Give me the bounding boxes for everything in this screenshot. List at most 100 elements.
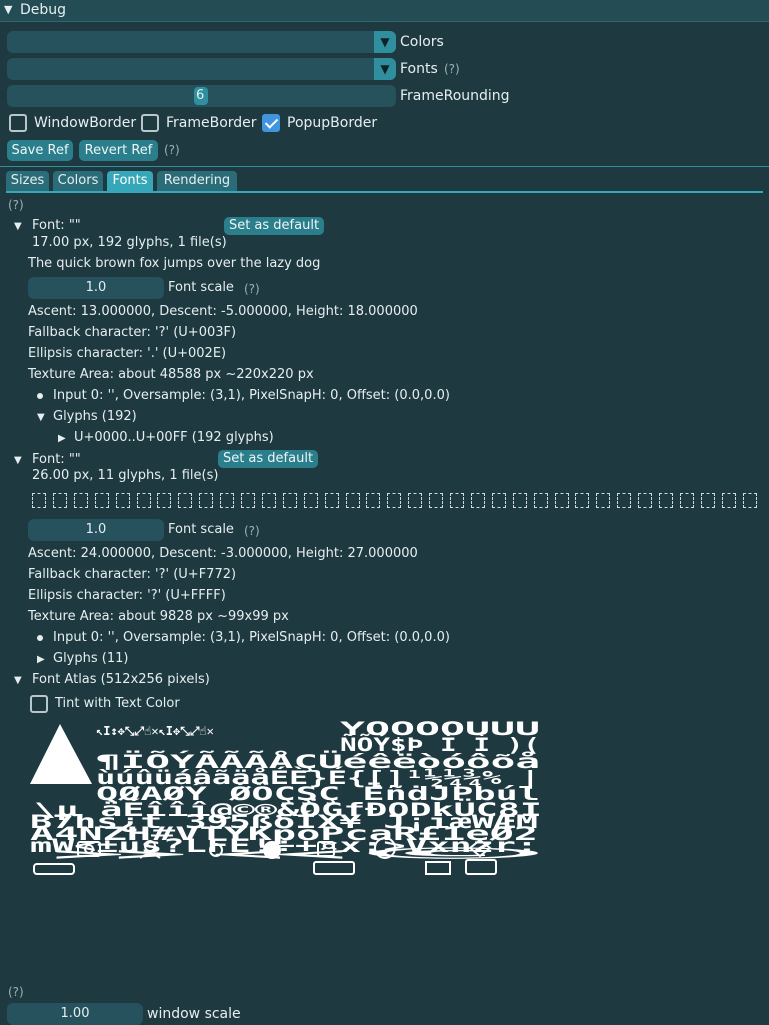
font2-texture: Texture Area: about 9828 px ~99x99 px bbox=[28, 609, 289, 624]
font1-header[interactable]: Font: "" bbox=[32, 217, 81, 235]
font2-metrics: Ascent: 24.000000, Descent: -3.000000, H… bbox=[28, 546, 418, 561]
tab-colors[interactable]: Colors bbox=[53, 171, 103, 191]
frame-rounding-value: 6 bbox=[196, 88, 205, 103]
missing-glyph-icon bbox=[32, 493, 46, 508]
font2-set-default-button[interactable]: Set as default bbox=[218, 450, 318, 468]
font2-fallback: Fallback character: '?' (U+F772) bbox=[28, 567, 237, 582]
missing-glyph-icon bbox=[470, 493, 485, 508]
missing-glyph-icon bbox=[282, 493, 297, 508]
revert-ref-button[interactable]: Revert Ref bbox=[79, 140, 158, 161]
font1-scale-label: Font scale bbox=[168, 280, 234, 295]
missing-glyph-icon bbox=[324, 493, 339, 508]
window-border-label[interactable]: WindowBorder bbox=[34, 114, 136, 132]
window-scale-value: 1.00 bbox=[60, 1006, 90, 1021]
missing-glyph-icon bbox=[429, 493, 444, 508]
font1-metrics: Ascent: 13.000000, Descent: -5.000000, H… bbox=[28, 304, 418, 319]
font2-collapse-icon[interactable]: ▼ bbox=[14, 452, 22, 470]
bullet-icon bbox=[37, 393, 43, 399]
tint-checkbox[interactable] bbox=[30, 695, 48, 713]
missing-glyph-icon bbox=[512, 493, 527, 508]
atlas-collapse-icon[interactable]: ▼ bbox=[14, 672, 22, 690]
atlas-header[interactable]: Font Atlas (512x256 pixels) bbox=[32, 671, 210, 689]
separator bbox=[0, 166, 769, 167]
frame-border-checkbox[interactable] bbox=[141, 114, 159, 132]
tint-label[interactable]: Tint with Text Color bbox=[55, 695, 180, 713]
colors-label: Colors bbox=[400, 34, 444, 50]
missing-glyph-icon bbox=[596, 493, 611, 508]
missing-glyph-icon bbox=[742, 493, 757, 508]
font1-collapse-icon[interactable]: ▼ bbox=[14, 218, 22, 236]
font1-range-node[interactable]: U+0000..U+00FF (192 glyphs) bbox=[74, 429, 274, 447]
popup-border-label[interactable]: PopupBorder bbox=[287, 114, 377, 132]
window-border-checkbox[interactable] bbox=[9, 114, 27, 132]
missing-glyph-icon bbox=[721, 493, 736, 508]
missing-glyph-icon bbox=[617, 493, 632, 508]
atlas-white-triangle bbox=[30, 724, 92, 784]
fonts-tab-help-marker[interactable]: (?) bbox=[8, 196, 24, 214]
save-ref-button[interactable]: Save Ref bbox=[7, 140, 73, 161]
font1-scale-value: 1.0 bbox=[85, 280, 107, 295]
missing-glyph-icon bbox=[554, 493, 569, 508]
tab-underline bbox=[6, 191, 763, 193]
missing-glyph-icon bbox=[261, 493, 276, 508]
missing-glyph-icon bbox=[345, 493, 360, 508]
font-atlas-texture: ↖I↕✥⤡⤢☝✕↖I✥⤡⤢☝✕ ŸÕÕÕÕÙÚÛ ÑÕÝ$Þ Ì Ì )(¶ÏÕÝ… bbox=[30, 716, 546, 880]
font1-glyphs-node[interactable]: Glyphs (192) bbox=[53, 408, 137, 426]
atlas-cursor-glyphs: ↖I↕✥⤡⤢☝✕↖I✥⤡⤢☝✕ bbox=[96, 724, 214, 738]
missing-glyph-icon bbox=[638, 493, 653, 508]
font2-summary: 26.00 px, 11 glyphs, 1 file(s) bbox=[32, 468, 219, 483]
font1-summary: 17.00 px, 192 glyphs, 1 file(s) bbox=[32, 235, 227, 250]
font2-input: Input 0: '', Oversample: (3,1), PixelSna… bbox=[53, 630, 450, 645]
missing-glyph-icon bbox=[199, 493, 214, 508]
missing-glyph-icon bbox=[491, 493, 506, 508]
font2-scale-label: Font scale bbox=[168, 522, 234, 537]
collapse-triangle-icon[interactable]: ▼ bbox=[4, 3, 12, 16]
missing-glyph-icon bbox=[178, 493, 193, 508]
missing-glyph-icon bbox=[533, 493, 548, 508]
fonts-combo[interactable] bbox=[7, 58, 396, 80]
missing-glyph-icon bbox=[136, 493, 151, 508]
tab-fonts[interactable]: Fonts bbox=[107, 171, 153, 191]
font1-sample-text: The quick brown fox jumps over the lazy … bbox=[28, 256, 321, 271]
missing-glyph-icon bbox=[73, 493, 88, 508]
font1-texture: Texture Area: about 48588 px ~220x220 px bbox=[28, 367, 314, 382]
window-titlebar[interactable]: ▼ Debug bbox=[0, 0, 769, 22]
missing-glyph-icon bbox=[303, 493, 318, 508]
missing-glyph-icon bbox=[575, 493, 590, 508]
missing-glyph-icon bbox=[679, 493, 694, 508]
missing-glyph-icon bbox=[241, 493, 255, 508]
missing-glyph-icon bbox=[408, 493, 423, 508]
missing-glyph-icon bbox=[700, 493, 715, 508]
fonts-label: Fonts bbox=[400, 61, 438, 77]
missing-glyph-icon bbox=[52, 493, 67, 508]
font2-ellipsis: Ellipsis character: '?' (U+FFFF) bbox=[28, 588, 226, 603]
tab-rendering[interactable]: Rendering bbox=[157, 171, 237, 191]
window-scale-label: window scale bbox=[147, 1006, 241, 1022]
bottom-help-marker[interactable]: (?) bbox=[8, 983, 24, 1001]
font2-glyphs-expand-icon[interactable]: ▶ bbox=[37, 651, 45, 669]
window-title: Debug bbox=[20, 2, 67, 18]
missing-glyph-icon bbox=[220, 493, 235, 508]
font1-range-expand-icon[interactable]: ▶ bbox=[58, 430, 66, 448]
ref-help-marker[interactable]: (?) bbox=[164, 141, 180, 159]
colors-combo[interactable] bbox=[7, 31, 396, 53]
tab-sizes[interactable]: Sizes bbox=[6, 171, 49, 191]
missing-glyph-icon bbox=[659, 493, 673, 508]
font2-scale-help-marker[interactable]: (?) bbox=[244, 522, 260, 540]
font2-glyphs-node[interactable]: Glyphs (11) bbox=[53, 650, 128, 668]
fonts-combo-arrow-icon[interactable]: ▼ bbox=[374, 58, 396, 80]
popup-border-checkbox[interactable] bbox=[262, 114, 280, 132]
font1-scale-help-marker[interactable]: (?) bbox=[244, 280, 260, 298]
fonts-help-marker[interactable]: (?) bbox=[444, 60, 460, 78]
font1-set-default-button[interactable]: Set as default bbox=[224, 217, 324, 235]
bullet-icon bbox=[37, 635, 43, 641]
font1-glyphs-collapse-icon[interactable]: ▼ bbox=[37, 409, 45, 427]
frame-border-label[interactable]: FrameBorder bbox=[166, 114, 257, 132]
missing-glyph-icon bbox=[157, 493, 172, 508]
missing-glyph-icon bbox=[387, 493, 402, 508]
font2-scale-value: 1.0 bbox=[85, 522, 107, 537]
frame-rounding-label: FrameRounding bbox=[400, 88, 510, 104]
missing-glyph-icon bbox=[450, 493, 464, 508]
colors-combo-arrow-icon[interactable]: ▼ bbox=[374, 31, 396, 53]
font1-fallback: Fallback character: '?' (U+003F) bbox=[28, 325, 237, 340]
